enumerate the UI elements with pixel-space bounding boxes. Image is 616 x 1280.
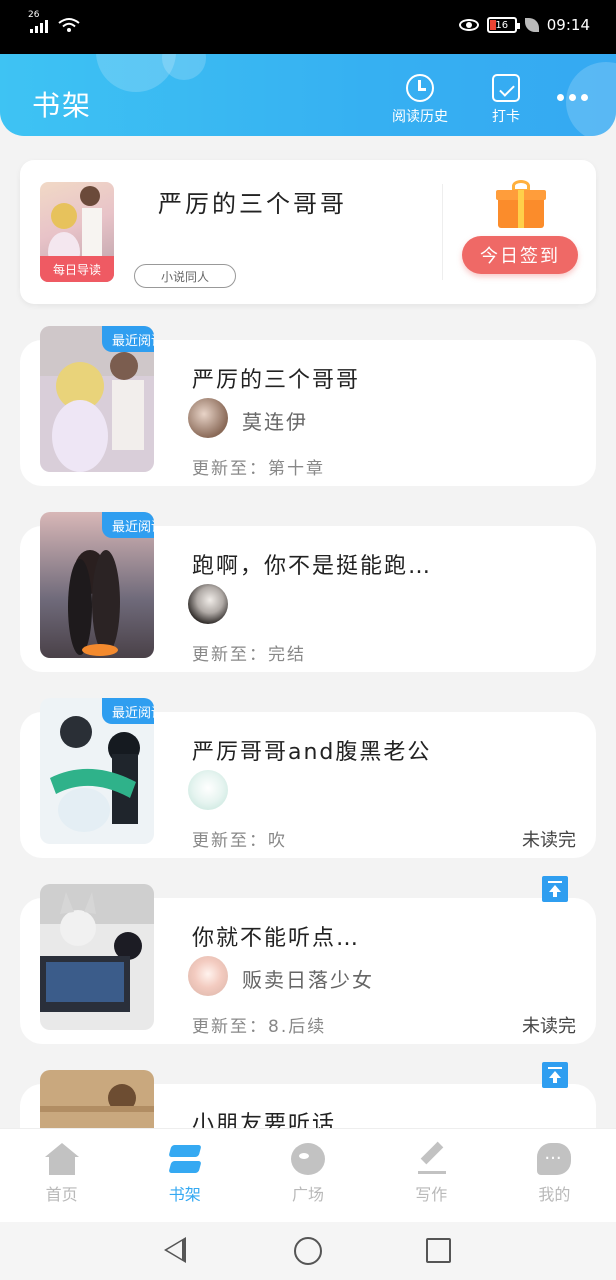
update-chapter: 第十章 <box>268 459 325 479</box>
recent-read-tag: 最近阅读 <box>102 698 154 724</box>
book-title[interactable]: 跑啊，你不是挺能跑… <box>192 548 432 580</box>
update-prefix: 更新至： <box>192 831 268 851</box>
book-title[interactable]: 你就不能听点… <box>192 920 360 952</box>
nav-label: 首页 <box>45 1185 78 1204</box>
reading-history-button[interactable]: 阅读历史 <box>392 74 448 126</box>
unread-status: 未读完 <box>522 830 576 851</box>
book-cover[interactable]: 最近阅读 <box>40 326 154 472</box>
calendar-check-icon <box>492 74 520 102</box>
author-avatar[interactable] <box>188 584 228 624</box>
update-chapter: 吹 <box>268 831 287 851</box>
leaf-icon <box>524 18 539 32</box>
daily-checkin-button[interactable]: 今日签到 <box>462 236 578 274</box>
nav-label: 广场 <box>292 1185 325 1204</box>
checkin-header-button[interactable]: 打卡 <box>492 74 520 126</box>
update-chapter: 完结 <box>268 645 306 665</box>
divider <box>442 184 443 280</box>
status-bar: 26 16 09:14 <box>0 0 616 54</box>
checkin-label: 打卡 <box>492 109 520 125</box>
reading-history-label: 阅读历史 <box>392 109 448 125</box>
author-name[interactable]: 贩卖日落少女 <box>242 964 374 993</box>
home-icon <box>44 1143 79 1175</box>
recent-read-tag: 最近阅读 <box>102 512 154 538</box>
pin-to-top-icon[interactable] <box>542 876 568 902</box>
nav-home[interactable]: 首页 <box>0 1129 123 1222</box>
nav-write[interactable]: 写作 <box>370 1129 493 1222</box>
more-options-icon[interactable] <box>557 94 588 101</box>
nav-label: 我的 <box>538 1185 571 1204</box>
book-card[interactable]: 最近阅读 严厉的三个哥哥 莫连伊 更新至：第十章 <box>20 326 596 486</box>
book-cover[interactable]: 最近阅读 <box>40 512 154 658</box>
author-avatar[interactable] <box>188 770 228 810</box>
recent-apps-icon[interactable] <box>426 1238 451 1263</box>
bottom-nav: 首页 书架 广场 写作 我的 <box>0 1128 616 1222</box>
nav-label: 写作 <box>415 1185 448 1204</box>
profile-icon <box>537 1143 572 1175</box>
nav-plaza[interactable]: 广场 <box>246 1129 369 1222</box>
pin-to-top-icon[interactable] <box>542 1062 568 1088</box>
eye-comfort-icon <box>458 19 479 31</box>
update-status: 更新至：吹 <box>192 826 287 851</box>
nav-profile[interactable]: 我的 <box>493 1129 616 1222</box>
book-card[interactable]: 最近阅读 跑啊，你不是挺能跑… 更新至：完结 <box>20 512 596 672</box>
author-name[interactable]: 莫连伊 <box>242 406 308 435</box>
update-status: 更新至：8.后续 <box>192 1012 326 1037</box>
author-avatar[interactable] <box>188 398 228 438</box>
plaza-icon <box>291 1143 325 1175</box>
unread-status: 未读完 <box>522 1016 576 1037</box>
book-card[interactable]: 你就不能听点… 贩卖日落少女 更新至：8.后续 未读完 <box>20 876 596 1044</box>
battery-icon: 16 <box>486 17 520 33</box>
book-cover[interactable] <box>40 884 154 1030</box>
update-chapter: 8.后续 <box>268 1017 327 1037</box>
network-type: 26 <box>28 10 40 20</box>
book-card[interactable]: 最近阅读 严厉哥哥and腹黑老公 更新至：吹 未读完 <box>20 698 596 858</box>
signal-icon: 26 <box>28 10 48 33</box>
wifi-icon <box>58 18 80 32</box>
daily-guide-card[interactable]: 每日导读 严厉的三个哥哥 小说同人 今日签到 <box>20 160 596 304</box>
category-tag[interactable]: 小说同人 <box>134 264 236 288</box>
daily-guide-badge: 每日导读 <box>40 256 114 282</box>
update-status: 更新至：完结 <box>192 640 306 665</box>
update-prefix: 更新至： <box>192 1017 268 1037</box>
write-icon <box>414 1143 448 1175</box>
page-title: 书架 <box>32 89 93 122</box>
gift-icon[interactable] <box>496 180 546 228</box>
clock-time: 09:14 <box>546 16 590 34</box>
clock-icon <box>406 74 434 102</box>
book-title[interactable]: 严厉的三个哥哥 <box>192 362 360 394</box>
battery-level: 16 <box>495 19 509 31</box>
update-status: 更新至：第十章 <box>192 454 325 479</box>
book-title[interactable]: 严厉哥哥and腹黑老公 <box>192 734 431 766</box>
recent-read-tag: 最近阅读 <box>102 326 154 352</box>
book-cover[interactable]: 最近阅读 <box>40 698 154 844</box>
nav-bookshelf[interactable]: 书架 <box>123 1129 246 1222</box>
nav-label: 书架 <box>168 1185 201 1204</box>
daily-book-cover[interactable]: 每日导读 <box>40 182 114 282</box>
app-header: 书架 阅读历史 打卡 <box>0 54 616 136</box>
update-prefix: 更新至： <box>192 459 268 479</box>
update-prefix: 更新至： <box>192 645 268 665</box>
back-icon[interactable] <box>164 1237 186 1263</box>
bookshelf-icon <box>168 1143 202 1175</box>
author-avatar[interactable] <box>188 956 228 996</box>
daily-book-title[interactable]: 严厉的三个哥哥 <box>158 184 347 219</box>
home-circle-icon[interactable] <box>294 1237 322 1265</box>
system-nav-bar <box>0 1222 616 1280</box>
